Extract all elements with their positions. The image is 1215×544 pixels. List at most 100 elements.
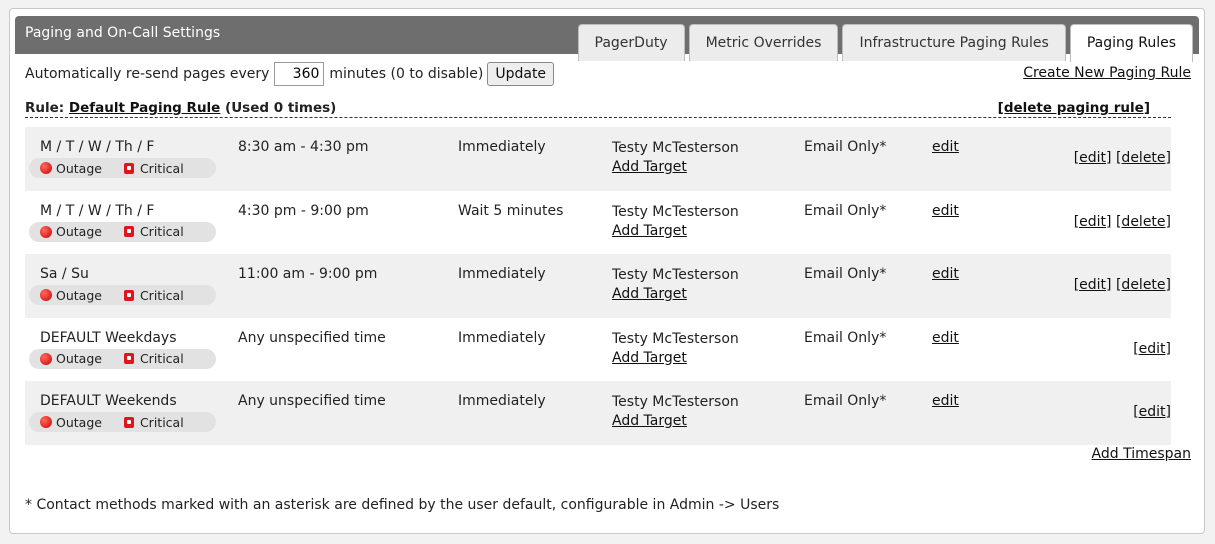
critical-icon (123, 162, 134, 174)
row-time: 8:30 am - 4:30 pm (238, 139, 369, 155)
row-days: DEFAULT Weekends (40, 393, 177, 409)
timespan-row: DEFAULT Weekdays Outage Critical Any unsp… (25, 318, 1171, 382)
row-delay: Immediately (458, 139, 546, 155)
critical-icon (123, 353, 134, 364)
row-contact-method: Email Only* (804, 393, 887, 409)
critical-label: Critical (139, 160, 184, 176)
row-days: DEFAULT Weekdays (40, 329, 177, 346)
timespan-list: M / T / W / Th / F Outage Critical 8:30 a… (25, 127, 1171, 445)
alert-types-badge: Outage Critical (29, 221, 216, 242)
panel-title: Paging and On-Call Settings (25, 25, 221, 41)
row-target: Testy McTesterson Add Target (612, 266, 739, 304)
target-name: Testy McTesterson (612, 267, 739, 283)
row-target: Testy McTesterson Add Target (612, 139, 739, 177)
outage-icon (40, 225, 52, 238)
timespan-row: M / T / W / Th / F Outage Critical 4:30 p… (25, 191, 1171, 255)
edit-target-link[interactable]: edit (932, 330, 959, 346)
row-contact-method: Email Only* (804, 329, 887, 346)
panel-header: Paging and On-Call Settings PagerDuty Me… (15, 16, 1199, 62)
row-actions: [edit] (1133, 341, 1171, 357)
edit-target-link[interactable]: edit (932, 203, 959, 219)
row-target: Testy McTesterson Add Target (612, 330, 739, 368)
edit-timespan-link[interactable]: [edit] (1133, 341, 1171, 357)
delete-timespan-link[interactable]: [delete] (1116, 214, 1171, 230)
rule-prefix: Rule: (25, 100, 65, 116)
tab-pagerduty[interactable]: PagerDuty (577, 24, 685, 61)
critical-icon (123, 226, 134, 237)
row-target: Testy McTesterson Add Target (612, 203, 739, 241)
row-days: Sa / Su (40, 266, 89, 282)
row-contact-method: Email Only* (804, 139, 887, 155)
edit-timespan-link[interactable]: [edit] (1074, 277, 1112, 293)
row-actions: [edit] (1133, 404, 1171, 420)
row-days: M / T / W / Th / F (40, 202, 155, 219)
resend-unit-label: minutes (0 to disable) (329, 66, 484, 82)
row-contact-method: Email Only* (804, 202, 887, 219)
update-button[interactable]: Update (487, 62, 555, 86)
rule-usage: (Used 0 times) (225, 100, 337, 116)
target-name: Testy McTesterson (612, 330, 739, 347)
resend-minutes-input[interactable] (274, 62, 325, 86)
row-days: M / T / W / Th / F (40, 139, 155, 155)
outage-icon (40, 289, 52, 301)
outage-label: Outage (56, 287, 102, 303)
rule-name-link[interactable]: Default Paging Rule (69, 100, 220, 116)
row-delay: Wait 5 minutes (458, 202, 564, 219)
outage-label: Outage (56, 414, 102, 430)
outage-icon (40, 162, 52, 174)
tab-paging-rules[interactable]: Paging Rules (1069, 24, 1193, 62)
add-target-link[interactable]: Add Target (612, 222, 739, 241)
row-actions: [edit] [delete] (1074, 150, 1171, 166)
resend-label: Automatically re-send pages every (25, 66, 270, 82)
add-timespan-link[interactable]: Add Timespan (1092, 446, 1191, 462)
row-delay: Immediately (458, 266, 546, 282)
alert-types-badge: Outage Critical (29, 412, 216, 432)
row-actions: [edit] [delete] (1074, 214, 1171, 230)
add-target-link[interactable]: Add Target (612, 285, 739, 304)
critical-label: Critical (139, 287, 184, 303)
row-time: 11:00 am - 9:00 pm (238, 266, 378, 282)
target-name: Testy McTesterson (612, 394, 739, 410)
edit-timespan-link[interactable]: [edit] (1074, 150, 1112, 166)
delete-timespan-link[interactable]: [delete] (1116, 277, 1171, 293)
footnote: * Contact methods marked with an asteris… (25, 497, 780, 513)
target-name: Testy McTesterson (612, 140, 739, 156)
edit-timespan-link[interactable]: [edit] (1074, 214, 1112, 230)
critical-label: Critical (139, 351, 184, 366)
row-time: 4:30 pm - 9:00 pm (238, 202, 369, 219)
edit-target-link[interactable]: edit (932, 266, 959, 282)
edit-target-link[interactable]: edit (932, 139, 959, 155)
outage-label: Outage (56, 160, 102, 176)
edit-target-link[interactable]: edit (932, 393, 959, 409)
add-target-link[interactable]: Add Target (612, 349, 739, 368)
resend-settings: Automatically re-send pages every minute… (25, 62, 555, 86)
outage-label: Outage (56, 224, 102, 239)
outage-icon (40, 352, 52, 365)
row-delay: Immediately (458, 393, 546, 409)
timespan-row: Sa / Su Outage Critical 11:00 am - 9:00 p… (25, 254, 1171, 318)
rule-header: Rule: Default Paging Rule (Used 0 times)… (25, 100, 1171, 118)
alert-types-badge: Outage Critical (29, 158, 216, 178)
tab-infrastructure-paging-rules[interactable]: Infrastructure Paging Rules (842, 24, 1066, 61)
timespan-row: DEFAULT Weekends Outage Critical Any unsp… (25, 381, 1171, 445)
critical-label: Critical (139, 224, 184, 239)
add-target-link[interactable]: Add Target (612, 158, 739, 177)
add-target-link[interactable]: Add Target (612, 412, 739, 431)
row-contact-method: Email Only* (804, 266, 887, 282)
target-name: Testy McTesterson (612, 203, 739, 220)
delete-paging-rule-link[interactable]: [delete paging rule] (998, 100, 1150, 116)
critical-label: Critical (139, 414, 184, 430)
tab-metric-overrides[interactable]: Metric Overrides (688, 24, 839, 61)
create-paging-rule-link[interactable]: Create New Paging Rule (1023, 65, 1191, 81)
critical-icon (123, 289, 134, 301)
alert-types-badge: Outage Critical (29, 348, 216, 369)
delete-timespan-link[interactable]: [delete] (1116, 150, 1171, 166)
edit-timespan-link[interactable]: [edit] (1133, 404, 1171, 420)
row-time: Any unspecified time (238, 393, 386, 409)
tab-bar: PagerDuty Metric Overrides Infrastructur… (577, 24, 1193, 62)
row-actions: [edit] [delete] (1074, 277, 1171, 293)
row-time: Any unspecified time (238, 329, 386, 346)
row-delay: Immediately (458, 329, 546, 346)
outage-icon (40, 416, 52, 428)
row-target: Testy McTesterson Add Target (612, 393, 739, 431)
